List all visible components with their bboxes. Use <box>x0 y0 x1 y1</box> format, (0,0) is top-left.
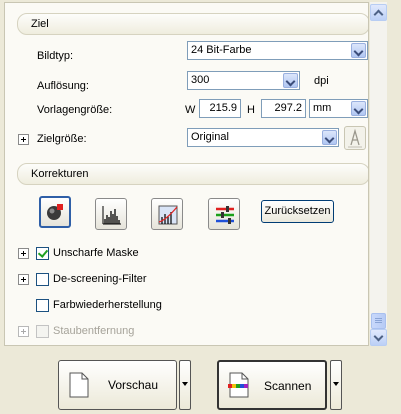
descreening-checkbox[interactable] <box>36 273 49 286</box>
ziel-group-header: Ziel <box>17 13 368 35</box>
scroll-thumb[interactable] <box>371 313 386 329</box>
zielgroesse-select[interactable]: Original <box>187 128 339 147</box>
auto-exposure-button[interactable] <box>39 196 71 228</box>
unscharfe-maske-label: Unscharfe Maske <box>53 247 139 259</box>
scan-dropdown-button[interactable] <box>330 360 342 410</box>
lock-icon <box>348 128 362 148</box>
tone-curve-icon <box>158 205 178 225</box>
scroll-up-button[interactable] <box>370 4 387 21</box>
aufloesung-select[interactable]: 300 <box>187 71 300 90</box>
unscharfe-maske-checkbox[interactable] <box>36 247 49 260</box>
scroll-down-button[interactable] <box>370 329 387 346</box>
width-label: W <box>185 104 196 116</box>
staubentfernung-label: Staubentfernung <box>53 325 135 337</box>
zielgroesse-value: Original <box>191 131 229 143</box>
scan-button[interactable]: Scannen <box>217 360 327 410</box>
chevron-down-icon[interactable] <box>322 130 337 145</box>
scan-document-icon <box>228 372 249 398</box>
unit-value: mm <box>313 102 332 114</box>
chevron-down-icon <box>373 331 384 342</box>
scan-button-label: Scannen <box>264 379 312 393</box>
korrekturen-group-title: Korrekturen <box>31 168 89 180</box>
unscharfe-maske-expand-icon[interactable] <box>18 248 29 259</box>
aufloesung-value: 300 <box>191 74 210 86</box>
reset-button-label: Zurücksetzen <box>264 205 331 217</box>
width-value: 215.9 <box>209 102 237 114</box>
chevron-down-icon[interactable] <box>351 43 366 58</box>
bildtyp-select[interactable]: 24 Bit-Farbe <box>187 41 368 60</box>
histogram-icon <box>102 206 121 225</box>
korrekturen-group-header: Korrekturen <box>17 163 368 185</box>
chevron-down-icon[interactable] <box>351 101 366 116</box>
ziel-group-title: Ziel <box>31 18 49 30</box>
chevron-up-icon <box>373 9 384 20</box>
preview-document-icon <box>69 372 89 398</box>
height-input[interactable]: 297.2 <box>261 99 306 118</box>
farbwiederherstellung-label: Farbwiederherstellung <box>53 299 162 311</box>
staubentfernung-checkbox <box>36 325 49 338</box>
image-adjustment-button[interactable] <box>208 198 240 230</box>
preview-dropdown-button[interactable] <box>179 360 191 410</box>
descreening-label: De-screening-Filter <box>53 273 147 285</box>
zielgroesse-label: Zielgröße: <box>37 133 87 145</box>
settings-panel: Ziel Bildtyp: 24 Bit-Farbe Auflösung: 30… <box>4 2 369 346</box>
reset-button[interactable]: Zurücksetzen <box>261 200 334 223</box>
lock-button[interactable] <box>344 126 366 150</box>
height-value: 297.2 <box>274 102 302 114</box>
vorlagengroesse-label: Vorlagengröße: <box>37 104 113 116</box>
zielgroesse-expand-icon[interactable] <box>18 134 29 145</box>
aufloesung-label: Auflösung: <box>37 80 89 92</box>
preview-button[interactable]: Vorschau <box>58 360 177 410</box>
preview-button-label: Vorschau <box>108 378 159 392</box>
aufloesung-unit: dpi <box>314 75 329 87</box>
farbwiederherstellung-checkbox[interactable] <box>36 299 49 312</box>
width-input[interactable]: 215.9 <box>199 99 241 118</box>
chevron-down-icon[interactable] <box>283 73 298 88</box>
grip-icon <box>375 318 382 319</box>
bildtyp-value: 24 Bit-Farbe <box>191 44 252 56</box>
bildtyp-label: Bildtyp: <box>37 50 74 62</box>
staubentfernung-expand-icon <box>18 326 29 337</box>
histogram-button[interactable] <box>95 198 127 230</box>
vertical-scrollbar[interactable] <box>370 2 387 346</box>
unit-select[interactable]: mm <box>309 99 368 118</box>
height-label: H <box>247 104 255 116</box>
image-adjustment-icon <box>216 206 234 224</box>
descreening-expand-icon[interactable] <box>18 274 29 285</box>
auto-exposure-icon <box>47 204 63 220</box>
tone-curve-button[interactable] <box>151 198 183 230</box>
